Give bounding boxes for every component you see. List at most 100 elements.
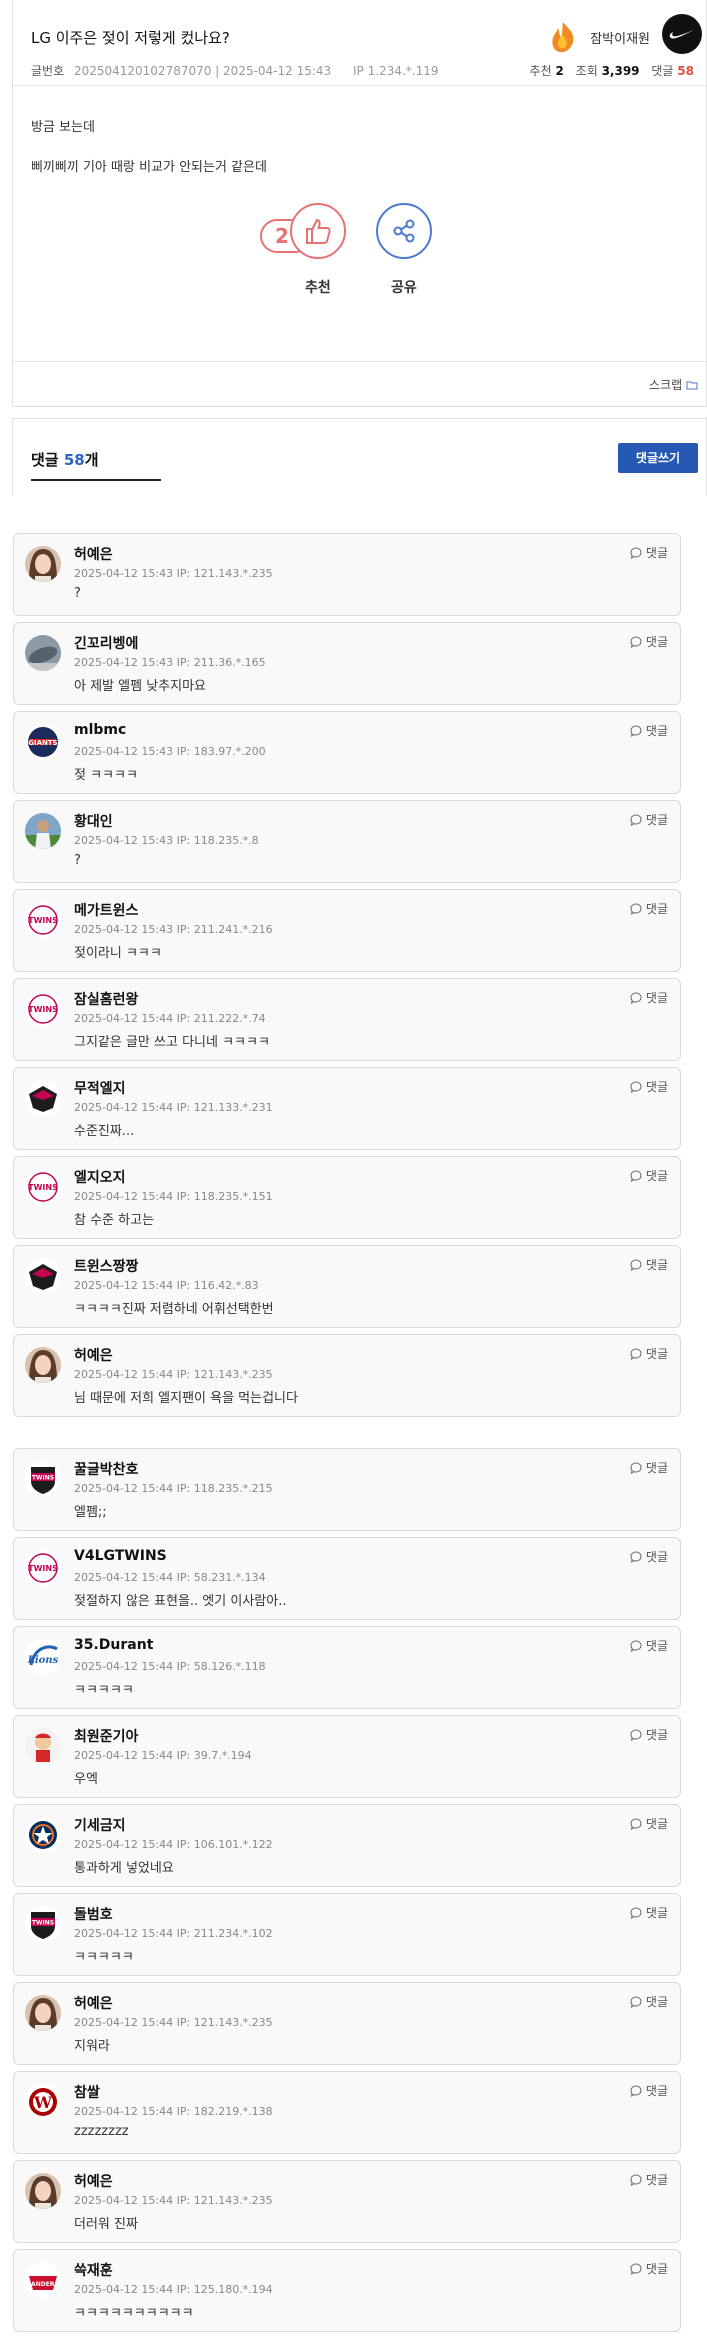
avatar[interactable]: TWINS bbox=[25, 1169, 61, 1205]
comment-meta: 2025-04-12 15:44 IP: 121.133.*.231 bbox=[74, 1101, 273, 1114]
post-body-line: 삐끼삐끼 기아 때랑 비교가 안되는거 같은데 bbox=[31, 160, 267, 175]
reply-button[interactable]: 댓글 bbox=[630, 900, 668, 917]
avatar[interactable]: TWINS bbox=[25, 1461, 61, 1497]
avatar[interactable] bbox=[25, 1995, 61, 2031]
avatar[interactable]: Lions bbox=[25, 1639, 61, 1675]
reply-button[interactable]: 댓글 bbox=[630, 2082, 668, 2099]
reply-label: 댓글 bbox=[645, 1169, 668, 1183]
reply-label: 댓글 bbox=[645, 813, 668, 827]
comment-nickname[interactable]: 참쌀 bbox=[74, 2082, 100, 2102]
reply-label: 댓글 bbox=[645, 2262, 668, 2276]
reply-button[interactable]: 댓글 bbox=[630, 1167, 668, 1184]
reply-button[interactable]: 댓글 bbox=[630, 1548, 668, 1565]
avatar[interactable] bbox=[25, 1728, 61, 1764]
comment-nickname[interactable]: 트윈스짱짱 bbox=[74, 1256, 138, 1276]
comment-nickname[interactable]: 돌범호 bbox=[74, 1904, 113, 1924]
comment-nickname[interactable]: 허예은 bbox=[74, 544, 113, 564]
write-comment-button[interactable]: 댓글쓰기 bbox=[618, 443, 698, 473]
avatar[interactable] bbox=[25, 2173, 61, 2209]
avatar[interactable] bbox=[25, 1347, 61, 1383]
reply-button[interactable]: 댓글 bbox=[630, 633, 668, 650]
comment-meta: 2025-04-12 15:44 IP: 58.231.*.134 bbox=[74, 1571, 266, 1584]
comment-nickname[interactable]: 허예은 bbox=[74, 1345, 113, 1365]
comment-nickname[interactable]: 꿀글박찬호 bbox=[74, 1459, 138, 1479]
avatar[interactable]: GIANTS bbox=[25, 724, 61, 760]
comment-item: GIANTS mlbmc 2025-04-12 15:43 IP: 183.97.*… bbox=[13, 711, 681, 794]
reply-button[interactable]: 댓글 bbox=[630, 1815, 668, 1832]
reply-label: 댓글 bbox=[645, 1347, 668, 1361]
speech-bubble-icon bbox=[630, 1550, 642, 1563]
reply-button[interactable]: 댓글 bbox=[630, 1345, 668, 1362]
comment-nickname[interactable]: 최원준기아 bbox=[74, 1726, 138, 1746]
comment-meta: 2025-04-12 15:43 IP: 118.235.*.8 bbox=[74, 834, 259, 847]
comment-text: 젖절하지 않은 표현을.. 엣기 이사람아.. bbox=[74, 1594, 287, 1609]
speech-bubble-icon bbox=[630, 635, 642, 648]
avatar[interactable] bbox=[25, 1817, 61, 1853]
svg-text:W: W bbox=[33, 2093, 53, 2112]
avatar[interactable]: TWINS bbox=[25, 991, 61, 1027]
reply-label: 댓글 bbox=[645, 902, 668, 916]
comment-meta: 2025-04-12 15:44 IP: 118.235.*.151 bbox=[74, 1190, 273, 1203]
comment-nickname[interactable]: 엘지오지 bbox=[74, 1167, 126, 1187]
speech-bubble-icon bbox=[630, 2173, 642, 2186]
comment-nickname[interactable]: 허예은 bbox=[74, 1993, 113, 2013]
avatar[interactable]: W bbox=[25, 2084, 61, 2120]
reply-button[interactable]: 댓글 bbox=[630, 1993, 668, 2010]
reply-button[interactable]: 댓글 bbox=[630, 1637, 668, 1654]
reply-label: 댓글 bbox=[645, 635, 668, 649]
author[interactable]: 잠박이재원 bbox=[546, 20, 650, 54]
comment-meta: 2025-04-12 15:43 IP: 211.241.*.216 bbox=[74, 923, 273, 936]
speech-bubble-icon bbox=[630, 1258, 642, 1271]
reply-button[interactable]: 댓글 bbox=[630, 1726, 668, 1743]
avatar[interactable]: TWINS bbox=[25, 902, 61, 938]
reply-button[interactable]: 댓글 bbox=[630, 2171, 668, 2188]
comment-nickname[interactable]: 황대인 bbox=[74, 811, 113, 831]
svg-text:TWINS: TWINS bbox=[28, 1564, 58, 1573]
reply-button[interactable]: 댓글 bbox=[630, 989, 668, 1006]
comment-nickname[interactable]: V4LGTWINS bbox=[74, 1548, 167, 1564]
reply-button[interactable]: 댓글 bbox=[630, 1256, 668, 1273]
comment-nickname[interactable]: 허예은 bbox=[74, 2171, 113, 2191]
avatar[interactable] bbox=[25, 813, 61, 849]
comment-nickname[interactable]: 35.Durant bbox=[74, 1637, 153, 1653]
recommend-button[interactable]: 추천 bbox=[290, 203, 346, 296]
avatar[interactable] bbox=[25, 1258, 61, 1294]
speech-bubble-icon bbox=[630, 1461, 642, 1474]
avatar[interactable]: TWINS bbox=[25, 1550, 61, 1586]
speech-bubble-icon bbox=[630, 902, 642, 915]
reply-button[interactable]: 댓글 bbox=[630, 544, 668, 561]
nike-swoosh-icon bbox=[662, 14, 702, 54]
reply-button[interactable]: 댓글 bbox=[630, 1078, 668, 1095]
thumbs-up-icon bbox=[306, 219, 331, 244]
reply-label: 댓글 bbox=[645, 2084, 668, 2098]
comment-nickname[interactable]: 무적엘지 bbox=[74, 1078, 126, 1098]
comment-item: TWINS 메가트윈스 2025-04-12 15:43 IP: 211.241.*… bbox=[13, 889, 681, 972]
comment-meta: 2025-04-12 15:43 IP: 183.97.*.200 bbox=[74, 745, 266, 758]
reply-button[interactable]: 댓글 bbox=[630, 1904, 668, 1921]
reply-button[interactable]: 댓글 bbox=[630, 722, 668, 739]
speech-bubble-icon bbox=[630, 1080, 642, 1093]
comment-nickname[interactable]: 긴꼬리벵에 bbox=[74, 633, 138, 653]
comment-meta: 2025-04-12 15:44 IP: 125.180.*.194 bbox=[74, 2283, 273, 2296]
avatar[interactable]: TWINS bbox=[25, 1906, 61, 1942]
avatar[interactable]: LANDERS bbox=[25, 2262, 61, 2298]
speech-bubble-icon bbox=[630, 991, 642, 1004]
comment-meta: 2025-04-12 15:44 IP: 106.101.*.122 bbox=[74, 1838, 273, 1851]
avatar[interactable] bbox=[25, 635, 61, 671]
comment-item: LANDERS 쓱재훈 2025-04-12 15:44 IP: 125.180.*… bbox=[13, 2249, 681, 2332]
share-button[interactable]: 공유 bbox=[376, 203, 432, 296]
comment-nickname[interactable]: 기세금지 bbox=[74, 1815, 126, 1835]
reply-label: 댓글 bbox=[645, 1258, 668, 1272]
comment-nickname[interactable]: 메가트윈스 bbox=[74, 900, 138, 920]
comment-nickname[interactable]: mlbmc bbox=[74, 722, 126, 738]
scrap-button[interactable]: 스크랩 bbox=[649, 376, 698, 393]
comments-tab-underline bbox=[31, 479, 161, 481]
reply-button[interactable]: 댓글 bbox=[630, 1459, 668, 1476]
comment-nickname[interactable]: 쓱재훈 bbox=[74, 2260, 113, 2280]
reply-button[interactable]: 댓글 bbox=[630, 2260, 668, 2277]
avatar[interactable] bbox=[25, 1080, 61, 1116]
comment-nickname[interactable]: 잠실홈런왕 bbox=[74, 989, 138, 1009]
post-meta: 글번호 202504120102787070 | 2025-04-12 15:4… bbox=[31, 62, 439, 79]
reply-button[interactable]: 댓글 bbox=[630, 811, 668, 828]
avatar[interactable] bbox=[25, 546, 61, 582]
